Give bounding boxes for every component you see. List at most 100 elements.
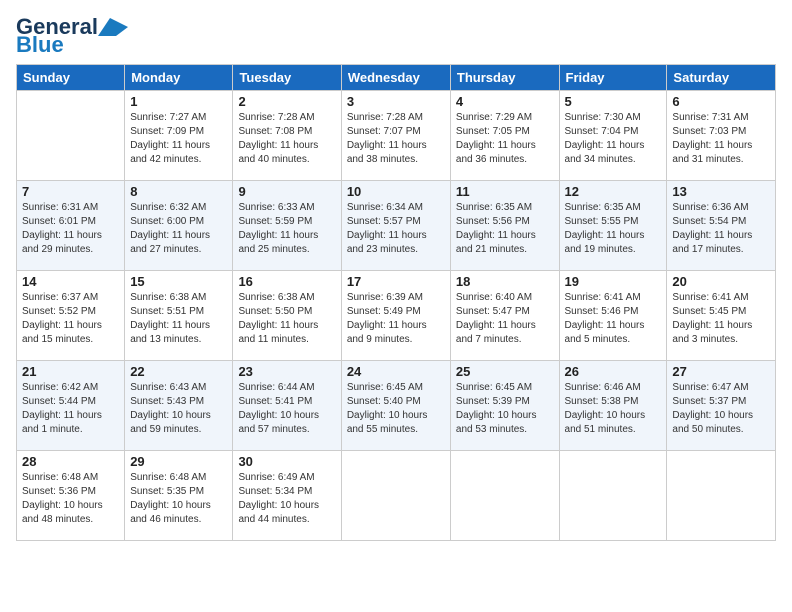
- day-info: Sunrise: 6:35 AM Sunset: 5:56 PM Dayligh…: [456, 201, 554, 257]
- day-cell: 13 Sunrise: 6:36 AM Sunset: 5:54 PM Dayli…: [667, 181, 776, 271]
- day-number: 18: [456, 274, 554, 289]
- day-cell: 2 Sunrise: 7:28 AM Sunset: 7:08 PM Daylig…: [233, 91, 341, 181]
- day-info: Sunrise: 7:28 AM Sunset: 7:08 PM Dayligh…: [238, 111, 335, 167]
- column-header-tuesday: Tuesday: [233, 65, 341, 91]
- day-cell: 18 Sunrise: 6:40 AM Sunset: 5:47 PM Dayli…: [450, 271, 559, 361]
- day-info: Sunrise: 6:40 AM Sunset: 5:47 PM Dayligh…: [456, 291, 554, 347]
- day-info: Sunrise: 7:28 AM Sunset: 7:07 PM Dayligh…: [347, 111, 445, 167]
- day-info: Sunrise: 6:41 AM Sunset: 5:46 PM Dayligh…: [565, 291, 662, 347]
- day-number: 30: [238, 454, 335, 469]
- day-number: 25: [456, 364, 554, 379]
- day-number: 13: [672, 184, 770, 199]
- day-number: 14: [22, 274, 119, 289]
- day-number: 17: [347, 274, 445, 289]
- page-header: General Blue: [16, 16, 776, 56]
- day-cell: 23 Sunrise: 6:44 AM Sunset: 5:41 PM Dayli…: [233, 361, 341, 451]
- week-row-3: 14 Sunrise: 6:37 AM Sunset: 5:52 PM Dayli…: [17, 271, 776, 361]
- day-number: 11: [456, 184, 554, 199]
- day-info: Sunrise: 6:32 AM Sunset: 6:00 PM Dayligh…: [130, 201, 227, 257]
- day-number: 5: [565, 94, 662, 109]
- day-info: Sunrise: 6:42 AM Sunset: 5:44 PM Dayligh…: [22, 381, 119, 437]
- day-cell: 22Sunrise: 6:43 AM Sunset: 5:43 PM Dayli…: [125, 361, 233, 451]
- day-number: 23: [238, 364, 335, 379]
- day-info: Sunrise: 6:45 AM Sunset: 5:40 PM Dayligh…: [347, 381, 445, 437]
- day-cell: [559, 451, 667, 541]
- day-info: Sunrise: 6:35 AM Sunset: 5:55 PM Dayligh…: [565, 201, 662, 257]
- calendar-header-row: SundayMondayTuesdayWednesdayThursdayFrid…: [17, 65, 776, 91]
- column-header-sunday: Sunday: [17, 65, 125, 91]
- day-number: 27: [672, 364, 770, 379]
- day-info: Sunrise: 7:29 AM Sunset: 7:05 PM Dayligh…: [456, 111, 554, 167]
- day-info: Sunrise: 7:27 AM Sunset: 7:09 PM Dayligh…: [130, 111, 227, 167]
- day-info: Sunrise: 6:39 AM Sunset: 5:49 PM Dayligh…: [347, 291, 445, 347]
- day-cell: 14 Sunrise: 6:37 AM Sunset: 5:52 PM Dayli…: [17, 271, 125, 361]
- day-info: Sunrise: 6:37 AM Sunset: 5:52 PM Dayligh…: [22, 291, 119, 347]
- day-cell: 1 Sunrise: 7:27 AM Sunset: 7:09 PM Daylig…: [125, 91, 233, 181]
- day-number: 2: [238, 94, 335, 109]
- day-cell: 24Sunrise: 6:45 AM Sunset: 5:40 PM Dayli…: [341, 361, 450, 451]
- day-cell: 19 Sunrise: 6:41 AM Sunset: 5:46 PM Dayli…: [559, 271, 667, 361]
- day-info: Sunrise: 6:48 AM Sunset: 5:35 PM Dayligh…: [130, 471, 227, 527]
- day-info: Sunrise: 6:48 AM Sunset: 5:36 PM Dayligh…: [22, 471, 119, 527]
- day-number: 4: [456, 94, 554, 109]
- day-cell: 28 Sunrise: 6:48 AM Sunset: 5:36 PM Dayli…: [17, 451, 125, 541]
- day-info: Sunrise: 6:41 AM Sunset: 5:45 PM Dayligh…: [672, 291, 770, 347]
- day-info: Sunrise: 6:38 AM Sunset: 5:51 PM Dayligh…: [130, 291, 227, 347]
- column-header-saturday: Saturday: [667, 65, 776, 91]
- day-number: 8: [130, 184, 227, 199]
- day-cell: 12 Sunrise: 6:35 AM Sunset: 5:55 PM Dayli…: [559, 181, 667, 271]
- day-cell: 16 Sunrise: 6:38 AM Sunset: 5:50 PM Dayli…: [233, 271, 341, 361]
- day-cell: 9Sunrise: 6:33 AM Sunset: 5:59 PM Daylig…: [233, 181, 341, 271]
- column-header-monday: Monday: [125, 65, 233, 91]
- day-number: 1: [130, 94, 227, 109]
- day-cell: 27 Sunrise: 6:47 AM Sunset: 5:37 PM Dayli…: [667, 361, 776, 451]
- day-number: 21: [22, 364, 119, 379]
- day-number: 19: [565, 274, 662, 289]
- day-cell: [341, 451, 450, 541]
- day-number: 16: [238, 274, 335, 289]
- day-cell: 20 Sunrise: 6:41 AM Sunset: 5:45 PM Dayli…: [667, 271, 776, 361]
- day-number: 7: [22, 184, 119, 199]
- day-cell: 10Sunrise: 6:34 AM Sunset: 5:57 PM Dayli…: [341, 181, 450, 271]
- week-row-4: 21 Sunrise: 6:42 AM Sunset: 5:44 PM Dayli…: [17, 361, 776, 451]
- day-cell: [17, 91, 125, 181]
- day-info: Sunrise: 6:31 AM Sunset: 6:01 PM Dayligh…: [22, 201, 119, 257]
- day-info: Sunrise: 6:43 AM Sunset: 5:43 PM Dayligh…: [130, 381, 227, 437]
- day-number: 28: [22, 454, 119, 469]
- logo-blue: Blue: [16, 34, 64, 56]
- column-header-friday: Friday: [559, 65, 667, 91]
- day-number: 10: [347, 184, 445, 199]
- day-info: Sunrise: 6:46 AM Sunset: 5:38 PM Dayligh…: [565, 381, 662, 437]
- day-number: 3: [347, 94, 445, 109]
- day-cell: 25 Sunrise: 6:45 AM Sunset: 5:39 PM Dayli…: [450, 361, 559, 451]
- day-info: Sunrise: 6:38 AM Sunset: 5:50 PM Dayligh…: [238, 291, 335, 347]
- day-info: Sunrise: 6:47 AM Sunset: 5:37 PM Dayligh…: [672, 381, 770, 437]
- day-cell: 3 Sunrise: 7:28 AM Sunset: 7:07 PM Daylig…: [341, 91, 450, 181]
- day-cell: [667, 451, 776, 541]
- day-cell: 15Sunrise: 6:38 AM Sunset: 5:51 PM Dayli…: [125, 271, 233, 361]
- week-row-5: 28 Sunrise: 6:48 AM Sunset: 5:36 PM Dayli…: [17, 451, 776, 541]
- day-cell: 4 Sunrise: 7:29 AM Sunset: 7:05 PM Daylig…: [450, 91, 559, 181]
- calendar-table: SundayMondayTuesdayWednesdayThursdayFrid…: [16, 64, 776, 541]
- week-row-1: 1 Sunrise: 7:27 AM Sunset: 7:09 PM Daylig…: [17, 91, 776, 181]
- day-cell: 5 Sunrise: 7:30 AM Sunset: 7:04 PM Daylig…: [559, 91, 667, 181]
- day-number: 26: [565, 364, 662, 379]
- day-info: Sunrise: 7:30 AM Sunset: 7:04 PM Dayligh…: [565, 111, 662, 167]
- day-number: 20: [672, 274, 770, 289]
- day-info: Sunrise: 6:45 AM Sunset: 5:39 PM Dayligh…: [456, 381, 554, 437]
- day-cell: 17 Sunrise: 6:39 AM Sunset: 5:49 PM Dayli…: [341, 271, 450, 361]
- day-cell: 7 Sunrise: 6:31 AM Sunset: 6:01 PM Daylig…: [17, 181, 125, 271]
- day-cell: 11 Sunrise: 6:35 AM Sunset: 5:56 PM Dayli…: [450, 181, 559, 271]
- week-row-2: 7 Sunrise: 6:31 AM Sunset: 6:01 PM Daylig…: [17, 181, 776, 271]
- day-cell: [450, 451, 559, 541]
- day-info: Sunrise: 6:44 AM Sunset: 5:41 PM Dayligh…: [238, 381, 335, 437]
- day-cell: 26 Sunrise: 6:46 AM Sunset: 5:38 PM Dayli…: [559, 361, 667, 451]
- day-info: Sunrise: 6:36 AM Sunset: 5:54 PM Dayligh…: [672, 201, 770, 257]
- day-cell: 21 Sunrise: 6:42 AM Sunset: 5:44 PM Dayli…: [17, 361, 125, 451]
- logo-bird-icon: [98, 18, 128, 36]
- day-number: 12: [565, 184, 662, 199]
- day-cell: 6Sunrise: 7:31 AM Sunset: 7:03 PM Daylig…: [667, 91, 776, 181]
- day-number: 29: [130, 454, 227, 469]
- column-header-wednesday: Wednesday: [341, 65, 450, 91]
- day-cell: 8 Sunrise: 6:32 AM Sunset: 6:00 PM Daylig…: [125, 181, 233, 271]
